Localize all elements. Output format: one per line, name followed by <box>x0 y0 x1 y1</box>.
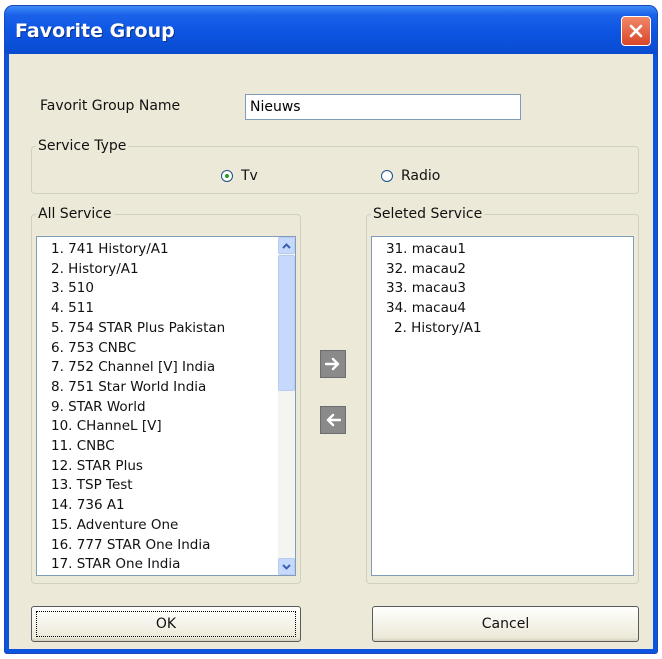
radio-tv-indicator[interactable] <box>221 170 233 182</box>
service-type-legend: Service Type <box>38 138 127 154</box>
radio-tv-label: Tv <box>241 168 258 184</box>
list-item[interactable]: 34. macau4 <box>372 299 633 319</box>
list-item[interactable]: 33. macau3 <box>372 279 633 299</box>
list-item[interactable]: 3. 510 <box>37 279 295 299</box>
radio-radio-label: Radio <box>401 168 441 184</box>
dialog-title: Favorite Group <box>15 20 175 42</box>
add-service-button[interactable] <box>320 350 346 378</box>
list-item[interactable]: 15. Adventure One <box>37 516 295 536</box>
dialog-body: Favorit Group Name Nieuws Service Type T… <box>9 54 653 649</box>
all-service-legend: All Service <box>38 206 112 222</box>
title-bar[interactable]: Favorite Group <box>5 6 657 54</box>
list-item[interactable]: 8. 751 Star World India <box>37 378 295 398</box>
list-item[interactable]: 5. 754 STAR Plus Pakistan <box>37 319 295 339</box>
list-item[interactable]: 1. 741 History/A1 <box>37 240 295 260</box>
all-service-scrollbar[interactable] <box>278 237 295 575</box>
all-service-list[interactable]: 1. 741 History/A1 2. History/A1 3. 510 4… <box>36 236 296 576</box>
radio-radio[interactable]: Radio <box>381 168 440 184</box>
list-item[interactable]: 14. 736 A1 <box>37 496 295 516</box>
arrow-left-icon <box>326 413 341 427</box>
list-item[interactable]: 10. CHanneL [V] <box>37 417 295 437</box>
list-item[interactable]: 17. STAR One India <box>37 555 295 575</box>
radio-tv[interactable]: Tv <box>221 168 258 184</box>
list-item[interactable]: 31. macau1 <box>372 240 633 260</box>
group-name-input[interactable]: Nieuws <box>245 94 521 120</box>
scroll-up-button[interactable] <box>278 237 295 254</box>
list-item[interactable]: 4. 511 <box>37 299 295 319</box>
selected-service-list[interactable]: 31. macau1 32. macau2 33. macau3 34. mac… <box>371 236 634 576</box>
list-item[interactable]: 32. macau2 <box>372 260 633 280</box>
cancel-button[interactable]: Cancel <box>372 606 639 642</box>
dialog-window: Favorite Group Favorit Group Name Nieuws… <box>5 6 657 653</box>
list-item[interactable]: 6. 753 CNBC <box>37 339 295 359</box>
scroll-down-button[interactable] <box>278 558 295 575</box>
list-item[interactable]: 9. STAR World <box>37 398 295 418</box>
arrow-right-icon <box>325 357 340 371</box>
group-name-label: Favorit Group Name <box>40 98 181 114</box>
list-item[interactable]: 13. TSP Test <box>37 476 295 496</box>
selected-service-items: 31. macau1 32. macau2 33. macau3 34. mac… <box>372 237 633 339</box>
ok-button[interactable]: OK <box>31 606 301 642</box>
scroll-down-icon <box>282 563 291 570</box>
list-item[interactable]: 11. CNBC <box>37 437 295 457</box>
scroll-up-icon <box>282 242 291 249</box>
radio-radio-indicator[interactable] <box>381 170 393 182</box>
all-service-items: 1. 741 History/A1 2. History/A1 3. 510 4… <box>37 237 295 575</box>
remove-service-button[interactable] <box>320 406 346 434</box>
list-item[interactable]: 12. STAR Plus <box>37 457 295 477</box>
list-item[interactable]: 2. History/A1 <box>372 319 633 339</box>
close-icon <box>629 24 643 38</box>
list-item[interactable]: 16. 777 STAR One India <box>37 536 295 556</box>
service-type-group: Service Type <box>31 138 639 194</box>
scroll-thumb[interactable] <box>278 255 295 391</box>
list-item[interactable]: 2. History/A1 <box>37 260 295 280</box>
selected-service-legend: Seleted Service <box>373 206 483 222</box>
close-button[interactable] <box>621 16 651 46</box>
list-item[interactable]: 7. 752 Channel [V] India <box>37 358 295 378</box>
